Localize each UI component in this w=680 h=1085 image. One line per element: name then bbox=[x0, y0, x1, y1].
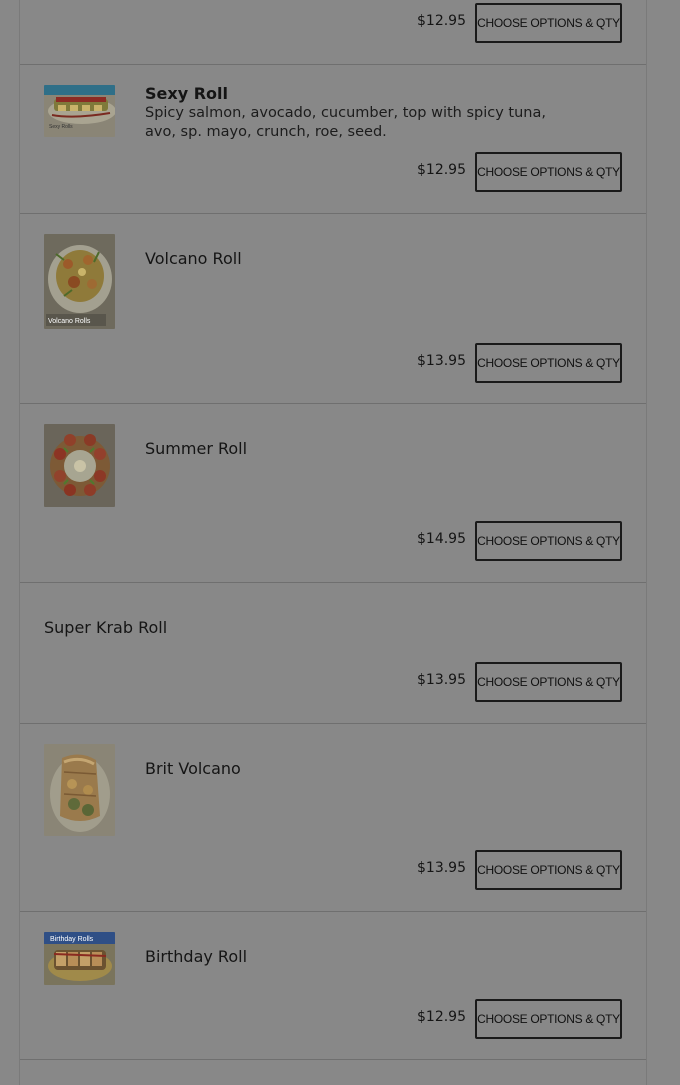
birthday-roll-photo-caption: Birthday Rolls bbox=[50, 936, 94, 943]
menu-list: $12.95 CHOOSE OPTIONS & QTY Sexy Rolls S… bbox=[19, 0, 647, 1085]
item-description: Spicy salmon, avocado, cucumber, top wit… bbox=[145, 105, 546, 140]
item-name: Sexy Roll bbox=[145, 84, 228, 103]
menu-item-brit-volcano[interactable]: Brit Volcano $13.95 CHOOSE OPTIONS & QTY bbox=[20, 724, 646, 912]
item-name: Super Krab Roll bbox=[44, 618, 168, 637]
birthday-roll-photo[interactable]: Birthday Rolls bbox=[44, 932, 115, 985]
item-price: $13.95 bbox=[417, 672, 466, 688]
sexy-roll-photo[interactable]: Sexy Rolls bbox=[44, 85, 115, 137]
item-price: $12.95 bbox=[417, 162, 466, 178]
menu-item-birthday-roll[interactable]: Birthday Rolls Birthday Roll $12.95 CHOO… bbox=[20, 912, 646, 1060]
item-name: Brit Volcano bbox=[145, 759, 241, 778]
summer-roll-photo[interactable] bbox=[44, 424, 115, 507]
item-price: $12.95 bbox=[417, 1009, 466, 1025]
item-price: $13.95 bbox=[417, 860, 466, 876]
choose-options-button[interactable]: CHOOSE OPTIONS & QTY bbox=[475, 152, 622, 192]
volcano-roll-photo[interactable]: Volcano Rolls bbox=[44, 234, 115, 329]
choose-options-button[interactable]: CHOOSE OPTIONS & QTY bbox=[475, 850, 622, 890]
item-name: Summer Roll bbox=[145, 439, 248, 458]
choose-options-button[interactable]: CHOOSE OPTIONS & QTY bbox=[475, 343, 622, 383]
item-price: $14.95 bbox=[417, 531, 466, 547]
choose-options-button[interactable]: CHOOSE OPTIONS & QTY bbox=[475, 521, 622, 561]
item-name: Volcano Roll bbox=[145, 249, 242, 268]
item-name: Birthday Roll bbox=[145, 947, 248, 966]
menu-item: $12.95 CHOOSE OPTIONS & QTY bbox=[20, 0, 646, 65]
volcano-roll-photo-caption: Volcano Rolls bbox=[48, 318, 91, 325]
choose-options-button[interactable]: CHOOSE OPTIONS & QTY bbox=[475, 999, 622, 1039]
sexy-roll-photo-caption: Sexy Rolls bbox=[49, 124, 73, 130]
menu-item-super-krab-roll[interactable]: Super Krab Roll $13.95 CHOOSE OPTIONS & … bbox=[20, 583, 646, 724]
menu-item-sexy-roll[interactable]: Sexy Rolls Sexy Roll Spicy salmon, avoca… bbox=[20, 65, 646, 214]
brit-volcano-photo[interactable] bbox=[44, 744, 115, 836]
item-price: $12.95 bbox=[417, 13, 466, 29]
menu-item bbox=[20, 1060, 646, 1085]
menu-item-summer-roll[interactable]: Summer Roll $14.95 CHOOSE OPTIONS & QTY bbox=[20, 404, 646, 583]
menu-item-volcano-roll[interactable]: Volcano Rolls Volcano Roll $13.95 CHOOSE… bbox=[20, 214, 646, 404]
choose-options-button[interactable]: CHOOSE OPTIONS & QTY bbox=[475, 3, 622, 43]
item-price: $13.95 bbox=[417, 353, 466, 369]
choose-options-button[interactable]: CHOOSE OPTIONS & QTY bbox=[475, 662, 622, 702]
